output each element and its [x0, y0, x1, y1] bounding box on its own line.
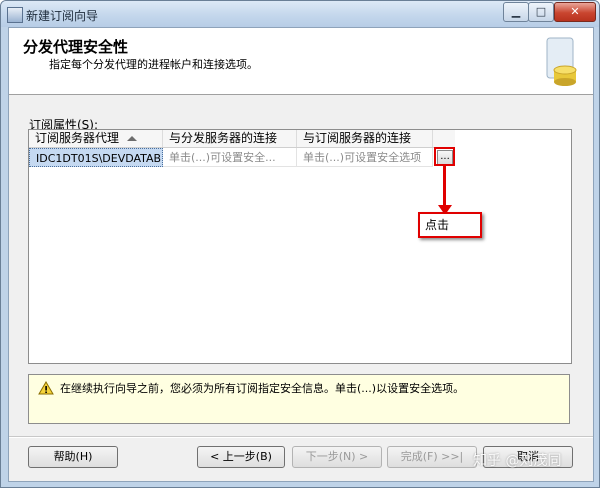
warning-message: 在继续执行向导之前，您必须为所有订阅指定安全信息。单击(...)以设置安全选项。 — [60, 382, 465, 395]
subscription-properties-grid: 订阅服务器代理 与分发服务器的连接 与订阅服务器的连接 IDC1DT01S\DE… — [28, 129, 572, 364]
wizard-database-icon — [546, 37, 577, 86]
cell-subscriber-agent[interactable]: IDC1DT01S\DEVDATAB... — [29, 148, 163, 167]
column-header-subscriber-connection[interactable]: 与订阅服务器的连接 — [297, 130, 433, 147]
table-row[interactable]: IDC1DT01S\DEVDATAB... 单击(...)可设置安全... 单击… — [29, 148, 455, 167]
page-title: 分发代理安全性 — [23, 38, 129, 56]
annotation-highlight-box — [434, 147, 455, 166]
column-header-subscriber-agent[interactable]: 订阅服务器代理 — [29, 130, 163, 147]
warning-icon — [38, 381, 54, 395]
cell-subscriber-connection[interactable]: 单击(...)可设置安全选项 — [297, 148, 433, 167]
wizard-header: 分发代理安全性 指定每个分发代理的进程帐户和连接选项。 — [9, 28, 593, 95]
annotation-callout: 点击 — [418, 212, 482, 238]
maximize-button[interactable]: □ — [528, 2, 554, 22]
window-title: 新建订阅向导 — [26, 9, 99, 23]
warning-panel: 在继续执行向导之前，您必须为所有订阅指定安全信息。单击(...)以设置安全选项。 — [28, 374, 570, 424]
help-button[interactable]: 帮助(H) — [28, 446, 118, 468]
wizard-window: 新建订阅向导 ▁ □ ✕ 分发代理安全性 指定每个分发代理的进程帐户和连接选项。… — [0, 0, 600, 488]
sort-ascending-icon — [127, 136, 138, 141]
page-description: 指定每个分发代理的进程帐户和连接选项。 — [49, 58, 258, 71]
wizard-client-area: 分发代理安全性 指定每个分发代理的进程帐户和连接选项。 订阅属性(S): 订阅服… — [8, 27, 594, 482]
finish-button[interactable]: 完成(F) >>| — [387, 446, 477, 468]
annotation-arrow-shaft — [443, 166, 446, 210]
grid-header: 订阅服务器代理 与分发服务器的连接 与订阅服务器的连接 — [29, 130, 455, 148]
close-button[interactable]: ✕ — [554, 2, 596, 22]
back-button[interactable]: < 上一步(B) — [197, 446, 285, 468]
watermark: 知乎 @刘茂同 — [473, 453, 562, 469]
footer-divider — [9, 436, 593, 438]
column-header-distributor-connection[interactable]: 与分发服务器的连接 — [163, 130, 297, 147]
app-icon — [7, 7, 23, 23]
minimize-button[interactable]: ▁ — [503, 2, 529, 22]
cell-distributor-connection[interactable]: 单击(...)可设置安全... — [163, 148, 297, 167]
title-bar: 新建订阅向导 ▁ □ ✕ — [1, 1, 599, 27]
next-button[interactable]: 下一步(N) > — [292, 446, 382, 468]
